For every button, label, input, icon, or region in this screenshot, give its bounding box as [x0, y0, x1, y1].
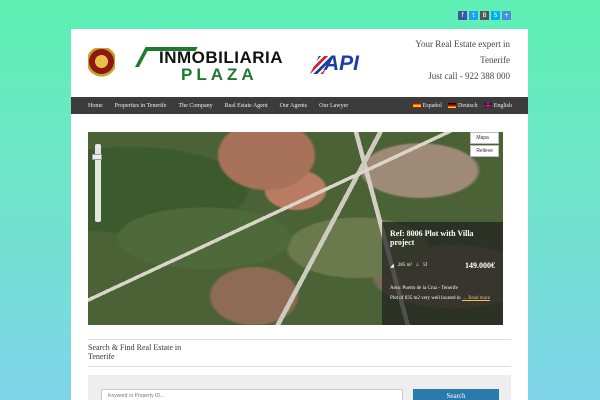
listing-title[interactable]: Ref: 8006 Plot with Villa project [390, 229, 495, 247]
site-header: INMOBILIARIA PLAZA API Your Real Estate … [71, 29, 528, 97]
spain-flag-icon [412, 103, 421, 108]
map-type-relief[interactable]: Relieve [470, 145, 499, 157]
tagline-line1: Your Real Estate expert in [415, 39, 510, 49]
satellite-map[interactable]: Mapa Relieve Ref: 8006 Plot with Villa p… [88, 132, 503, 325]
listing-description: Plot of 835 m2 very well located in [390, 296, 461, 301]
skype-icon[interactable]: S [491, 11, 500, 20]
bath-icon: ⌂ [416, 263, 420, 268]
lang-german-label: Deutsch [457, 102, 478, 109]
lang-spanish-label: Español [422, 102, 442, 109]
header-tagline: Your Real Estate expert in Tenerife Just… [400, 36, 510, 84]
listing-stats: ◢ 285 m² ⌂ 5f 149.000€ [390, 261, 495, 270]
inmobiliaria-plaza-logo[interactable]: INMOBILIARIA PLAZA [135, 45, 297, 85]
nav-our-lawyer[interactable]: Our Lawyer [319, 103, 348, 109]
api-logo-text: API [324, 52, 360, 75]
map-type-control: Mapa Relieve [470, 132, 499, 158]
read-more-link[interactable]: → Read more [462, 296, 490, 301]
listing-location: Area: Puerto de la Cruz - Tenerife [390, 286, 458, 291]
tagline-line2: Tenerife [480, 55, 510, 65]
share-icon[interactable]: + [502, 11, 511, 20]
lang-spanish[interactable]: Español [412, 102, 442, 109]
main-nav: Home Properties in Tenerife The Company … [71, 97, 528, 114]
nav-real-estate-agent[interactable]: Real Estate Agent [225, 103, 268, 109]
facebook-icon[interactable]: f [458, 11, 467, 20]
blogger-icon[interactable]: B [480, 11, 489, 20]
listing-meta: Area: Puerto de la Cruz - Tenerife Plot … [390, 284, 495, 304]
uk-flag-icon [483, 103, 492, 108]
nav-properties[interactable]: Properties in Tenerife [115, 103, 167, 109]
divider [88, 366, 511, 367]
listing-overlay: Ref: 8006 Plot with Villa project ◢ 285 … [382, 222, 503, 325]
social-icons: f t B S + [458, 11, 511, 20]
listing-area: 285 m² [397, 263, 412, 268]
germany-flag-icon [447, 103, 456, 108]
map-zoom-handle[interactable] [92, 154, 102, 160]
search-button[interactable]: Search [413, 389, 499, 400]
twitter-icon[interactable]: t [469, 11, 478, 20]
nav-our-agents[interactable]: Our Agents [280, 103, 308, 109]
api-logo: API [310, 52, 362, 78]
search-bar: Search [88, 375, 511, 400]
map-type-map[interactable]: Mapa [470, 132, 499, 144]
lang-english-label: English [493, 102, 512, 109]
listing-price: 149.000€ [465, 261, 495, 270]
nav-home[interactable]: Home [88, 103, 103, 109]
logo-line2: PLAZA [181, 65, 258, 84]
search-input[interactable] [101, 389, 403, 400]
divider [88, 339, 511, 340]
lang-english[interactable]: English [483, 102, 512, 109]
listing-baths: 5f [423, 263, 428, 268]
search-section-title: Search & Find Real Estate in Tenerife [88, 343, 182, 361]
crest-logo [88, 48, 115, 78]
area-icon: ◢ [390, 263, 394, 269]
nav-company[interactable]: The Company [178, 103, 212, 109]
language-switcher: Español Deutsch English [412, 97, 512, 114]
lang-german[interactable]: Deutsch [447, 102, 478, 109]
tagline-phone: Just call - 922 388 000 [428, 71, 510, 81]
page-container: INMOBILIARIA PLAZA API Your Real Estate … [71, 29, 528, 400]
